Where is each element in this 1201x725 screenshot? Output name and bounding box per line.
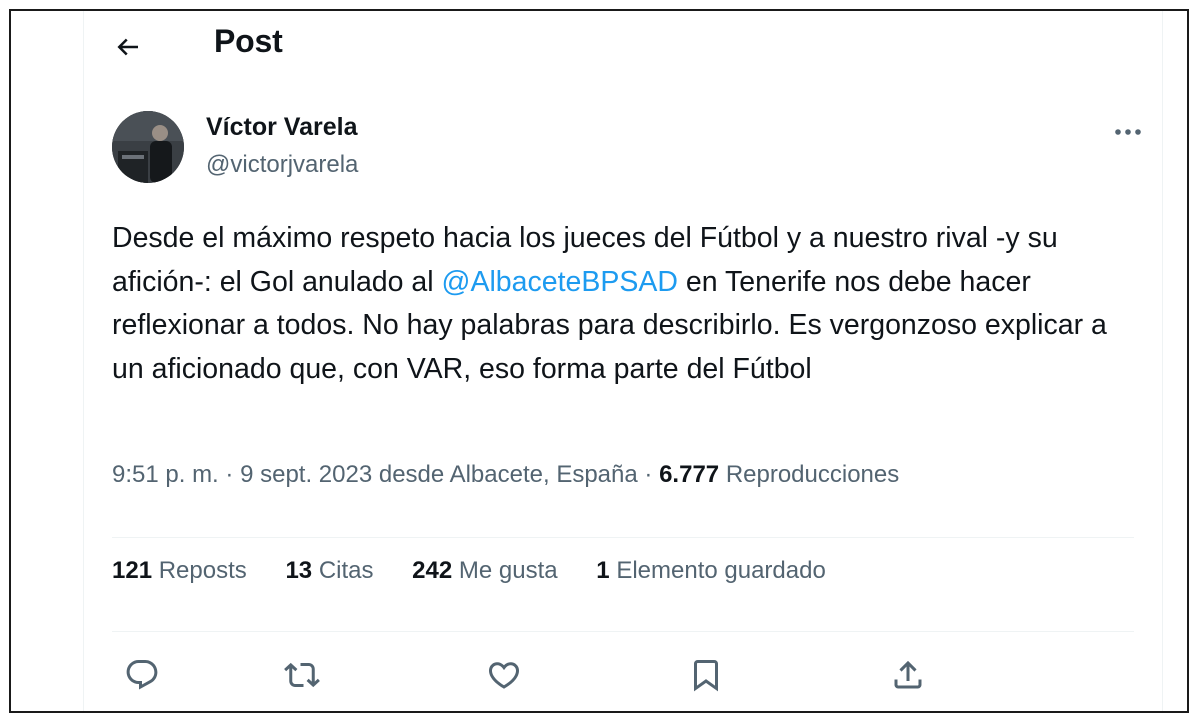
- back-button[interactable]: [110, 29, 146, 65]
- avatar[interactable]: [112, 111, 184, 183]
- meta-separator: ·: [644, 461, 653, 488]
- reposts-stat[interactable]: 121 Reposts: [112, 557, 247, 585]
- author-handle[interactable]: @victorjvarela: [206, 151, 358, 179]
- reposts-label: Reposts: [158, 557, 247, 584]
- quotes-count: 13: [285, 557, 313, 584]
- divider: [112, 537, 1134, 538]
- bookmark-icon: [694, 660, 718, 692]
- quotes-label: Citas: [318, 557, 374, 584]
- page-header: Post: [84, 11, 1162, 77]
- tweet-text: Desde el máximo respeto hacia los jueces…: [112, 217, 1132, 391]
- tweet-time[interactable]: 9:51 p. m.: [112, 461, 219, 488]
- avatar-photo: [112, 111, 184, 183]
- tweet-stats: 121 Reposts 13 Citas 242 Me gusta 1 Elem…: [112, 557, 858, 585]
- tweet-date[interactable]: 9 sept. 2023: [240, 461, 372, 488]
- bookmarks-stat[interactable]: 1 Elemento guardado: [596, 557, 826, 585]
- screenshot-frame: Post Víctor Varela @victorjvarela Desde …: [9, 9, 1189, 713]
- bookmarks-label: Elemento guardado: [616, 557, 826, 584]
- quotes-stat[interactable]: 13 Citas: [285, 557, 373, 585]
- meta-separator: ·: [225, 461, 234, 488]
- tweet-meta: 9:51 p. m. · 9 sept. 2023 desde Albacete…: [112, 461, 899, 489]
- likes-count: 242: [412, 557, 453, 584]
- heart-icon: [488, 662, 520, 689]
- views-label: Reproducciones: [725, 461, 900, 488]
- author-display-name[interactable]: Víctor Varela: [206, 113, 357, 142]
- share-icon: [894, 660, 922, 689]
- bookmarks-count: 1: [596, 557, 610, 584]
- views-count: 6.777: [659, 461, 720, 488]
- more-horizontal-icon: [1115, 129, 1141, 135]
- repost-icon: [284, 662, 320, 688]
- repost-button[interactable]: [272, 645, 332, 705]
- arrow-left-icon: [117, 38, 138, 56]
- action-bar: [112, 645, 1134, 705]
- reply-icon: [126, 660, 158, 690]
- post-column: Post Víctor Varela @victorjvarela Desde …: [83, 11, 1163, 711]
- page-title: Post: [214, 23, 283, 59]
- tweet-location: desde Albacete, España: [378, 461, 638, 488]
- bookmark-button[interactable]: [676, 645, 736, 705]
- likes-label: Me gusta: [458, 557, 558, 584]
- reposts-count: 121: [112, 557, 153, 584]
- reply-button[interactable]: [112, 645, 172, 705]
- likes-stat[interactable]: 242 Me gusta: [412, 557, 557, 585]
- mention-link[interactable]: @AlbaceteBPSAD: [442, 266, 678, 298]
- like-button[interactable]: [474, 645, 534, 705]
- share-button[interactable]: [878, 645, 938, 705]
- more-options-button[interactable]: [1108, 117, 1148, 147]
- divider: [112, 631, 1134, 632]
